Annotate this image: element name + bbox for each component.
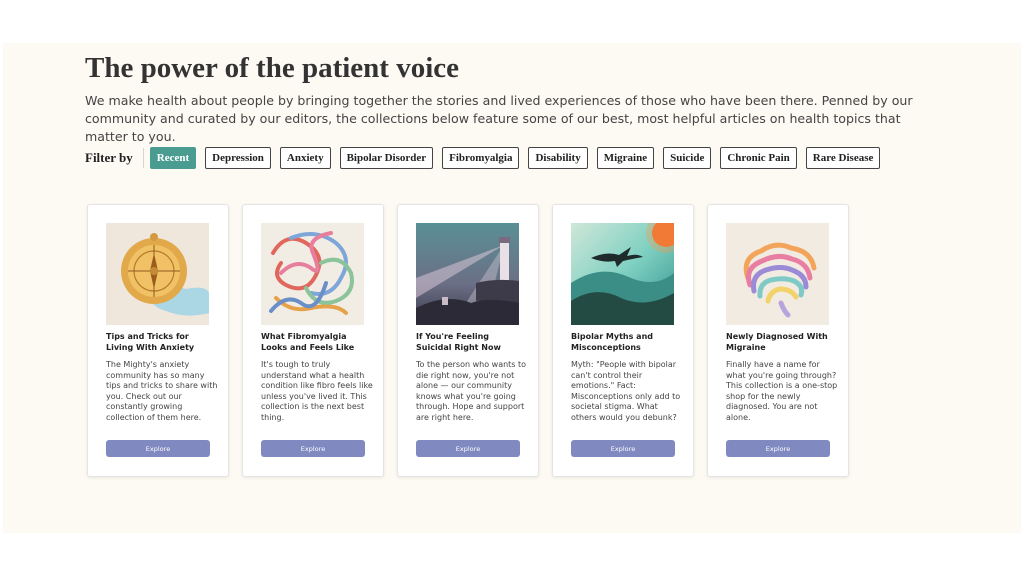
filter-chip-disability[interactable]: Disability xyxy=(528,147,588,169)
filter-bar: Filter by Recent Depression Anxiety Bipo… xyxy=(85,147,889,169)
explore-button[interactable]: Explore xyxy=(261,440,365,457)
collection-card-suicidal[interactable]: If You're Feeling Suicidal Right Now To … xyxy=(397,204,539,477)
filter-chip-chronic-pain[interactable]: Chronic Pain xyxy=(720,147,797,169)
filter-chip-recent[interactable]: Recent xyxy=(149,147,197,169)
explore-button[interactable]: Explore xyxy=(726,440,830,457)
page-title: The power of the patient voice xyxy=(85,52,459,84)
filter-chip-depression[interactable]: Depression xyxy=(205,147,271,169)
filter-chip-anxiety[interactable]: Anxiety xyxy=(279,147,331,169)
filter-chip-suicide[interactable]: Suicide xyxy=(663,147,712,169)
filter-chip-rare-disease[interactable]: Rare Disease xyxy=(805,147,881,169)
card-title: Newly Diagnosed With Migraine xyxy=(726,332,828,352)
card-title: What Fibromyalgia Looks and Feels Like xyxy=(261,332,355,352)
card-description: To the person who wants to die right now… xyxy=(416,360,527,422)
card-description: Finally have a name for what you're goin… xyxy=(726,360,838,422)
card-description: It's tough to truly understand what a he… xyxy=(261,360,373,422)
explore-button[interactable]: Explore xyxy=(416,440,520,457)
filter-chip-bipolar-disorder[interactable]: Bipolar Disorder xyxy=(339,147,434,169)
card-title: If You're Feeling Suicidal Right Now xyxy=(416,332,501,352)
filter-chip-fibromyalgia[interactable]: Fibromyalgia xyxy=(442,147,520,169)
brain-illustration-icon xyxy=(726,223,829,325)
collection-card-anxiety[interactable]: Tips and Tricks for Living With Anxiety … xyxy=(87,204,229,477)
card-description: Myth: "People with bipolar can't control… xyxy=(571,360,681,422)
card-title: Tips and Tricks for Living With Anxiety xyxy=(106,332,195,352)
lighthouse-illustration-icon xyxy=(416,223,519,325)
compass-illustration-icon xyxy=(106,223,209,325)
tangled-lines-illustration-icon xyxy=(261,223,364,325)
explore-button[interactable]: Explore xyxy=(106,440,210,457)
filter-label: Filter by xyxy=(85,148,144,168)
collection-card-bipolar[interactable]: Bipolar Myths and Misconceptions Myth: "… xyxy=(552,204,694,477)
collection-card-fibromyalgia[interactable]: What Fibromyalgia Looks and Feels Like I… xyxy=(242,204,384,477)
bird-sunset-illustration-icon xyxy=(571,223,674,325)
collection-card-migraine[interactable]: Newly Diagnosed With Migraine Finally ha… xyxy=(707,204,849,477)
card-description: The Mighty's anxiety community has so ma… xyxy=(106,360,218,422)
intro-text: We make health about people by bringing … xyxy=(85,93,913,144)
card-title: Bipolar Myths and Misconceptions xyxy=(571,332,653,352)
explore-button[interactable]: Explore xyxy=(571,440,675,457)
filter-chip-migraine[interactable]: Migraine xyxy=(596,147,655,169)
